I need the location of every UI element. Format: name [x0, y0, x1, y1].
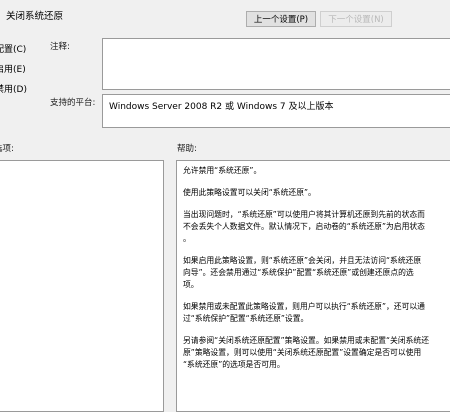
- help-paragraph: 如果禁用或未配置此策略设置，则用户可以执行“系统还原”，还可以通 过“系统保护”配…: [183, 302, 425, 323]
- next-setting-button[interactable]: 下一个设置(N): [320, 11, 392, 27]
- radio-disabled[interactable]: 已禁用(D): [0, 82, 27, 95]
- platform-label: 支持的平台:: [50, 98, 96, 108]
- help-paragraph: 另请参阅“关闭系统还原配置”策略设置。如果禁用或未配置“关闭系统还 原”策略设置，…: [183, 336, 430, 369]
- options-panel: [0, 160, 164, 412]
- comment-label: 注释:: [50, 42, 70, 52]
- help-paragraph: 如果启用此策略设置，则“系统还原”会关闭，并且无法访问“系统还原 向导”。还会禁用…: [183, 256, 422, 289]
- radio-enabled[interactable]: 已启用(E): [0, 62, 26, 75]
- help-text-panel: 允许禁用“系统还原”。 使用此策略设置可以关闭“系统还原”。 当出现问题时，“系…: [176, 160, 450, 412]
- help-paragraph: 允许禁用“系统还原”。: [183, 166, 262, 175]
- supported-platform-box: Windows Server 2008 R2 或 Windows 7 及以上版本: [102, 94, 450, 128]
- options-label: 选项:: [0, 144, 14, 154]
- help-label: 帮助:: [177, 144, 197, 154]
- previous-setting-button[interactable]: 上一个设置(P): [246, 11, 316, 27]
- help-paragraph: 当出现问题时，“系统还原”可以使用户将其计算机还原到先前的状态而 不会丢失个人数据…: [183, 210, 425, 243]
- help-paragraph: 使用此策略设置可以关闭“系统还原”。: [183, 188, 316, 197]
- dialog-title: 关闭系统还原: [6, 11, 64, 22]
- comment-textarea[interactable]: [102, 38, 450, 90]
- radio-not-configured[interactable]: 未配置(C): [0, 42, 26, 55]
